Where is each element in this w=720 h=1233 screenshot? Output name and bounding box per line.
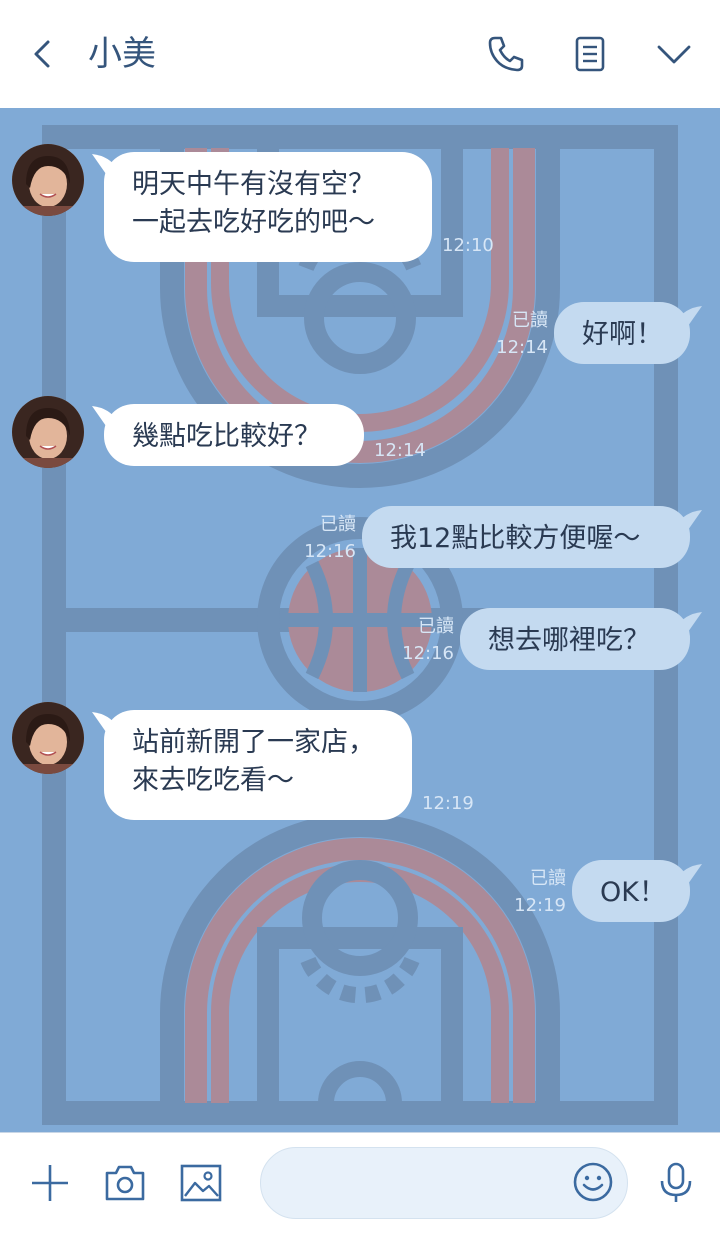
add-button[interactable]: [26, 1159, 74, 1207]
chevron-down-icon: [657, 45, 691, 64]
message-time: 12:10: [442, 235, 494, 256]
contact-avatar[interactable]: [12, 396, 84, 468]
message-bubble-incoming[interactable]: 明天中午有沒有空？ 一起去吃好吃的吧～: [104, 152, 432, 262]
message-text: 好啊！: [582, 319, 663, 350]
emoji-icon[interactable]: [571, 1160, 615, 1204]
chevron-left-icon: [34, 40, 50, 68]
read-receipt: 已讀: [530, 868, 566, 889]
camera-button[interactable]: [101, 1159, 149, 1207]
message-text: 一起去吃好吃的吧～: [132, 207, 375, 238]
phone-icon: [488, 36, 524, 72]
message-bubble-outgoing[interactable]: 想去哪裡吃？: [460, 608, 690, 670]
message-bubble-outgoing[interactable]: 我12點比較方便喔～: [362, 506, 690, 568]
message-text: 站前新開了一家店，: [132, 727, 375, 758]
message-composer: [0, 1132, 720, 1233]
camera-icon: [105, 1165, 145, 1201]
message-text: 我12點比較方便喔～: [390, 523, 641, 554]
back-button[interactable]: [26, 34, 62, 74]
message-text: 來去吃吃看～: [132, 765, 294, 796]
chat-header: 小美: [0, 0, 720, 109]
read-receipt: 已讀: [512, 310, 548, 331]
message-text: 想去哪裡吃？: [488, 625, 650, 656]
chat-area[interactable]: 明天中午有沒有空？ 一起去吃好吃的吧～ 12:10 已讀 12:14 好啊！ 幾…: [0, 108, 720, 1132]
menu-button[interactable]: [650, 30, 698, 78]
message-time: 12:14: [374, 440, 426, 461]
message-time: 12:19: [514, 895, 566, 916]
avatar-photo: [12, 396, 84, 468]
read-receipt: 已讀: [320, 514, 356, 535]
message-text: OK！: [600, 877, 666, 908]
notes-button[interactable]: [566, 30, 614, 78]
message-bubble-incoming[interactable]: 站前新開了一家店， 來去吃吃看～: [104, 710, 412, 820]
message-bubble-incoming[interactable]: 幾點吃比較好？: [104, 404, 364, 466]
message-text: 幾點吃比較好？: [132, 421, 321, 452]
message-time: 12:19: [422, 793, 474, 814]
notes-icon: [575, 36, 605, 72]
message-text: 明天中午有沒有空？: [132, 169, 375, 200]
message-bubble-outgoing[interactable]: OK！: [572, 860, 690, 922]
bubble-tail: [676, 306, 702, 326]
call-button[interactable]: [482, 30, 530, 78]
microphone-icon: [660, 1162, 692, 1202]
voice-button[interactable]: [652, 1159, 700, 1207]
contact-avatar[interactable]: [12, 702, 84, 774]
image-button[interactable]: [177, 1159, 225, 1207]
avatar-photo: [12, 144, 84, 216]
message-time: 12:16: [304, 541, 356, 562]
avatar-photo: [12, 702, 84, 774]
message-time: 12:14: [496, 337, 548, 358]
message-bubble-outgoing[interactable]: 好啊！: [554, 302, 690, 364]
chat-title: 小美: [88, 34, 156, 74]
contact-avatar[interactable]: [12, 144, 84, 216]
image-icon: [180, 1164, 222, 1202]
read-receipt: 已讀: [418, 616, 454, 637]
message-time: 12:16: [402, 643, 454, 664]
plus-icon: [32, 1165, 68, 1201]
bubble-tail: [676, 864, 702, 884]
message-input[interactable]: [260, 1147, 628, 1219]
bubble-tail: [676, 510, 702, 530]
bubble-tail: [676, 612, 702, 632]
